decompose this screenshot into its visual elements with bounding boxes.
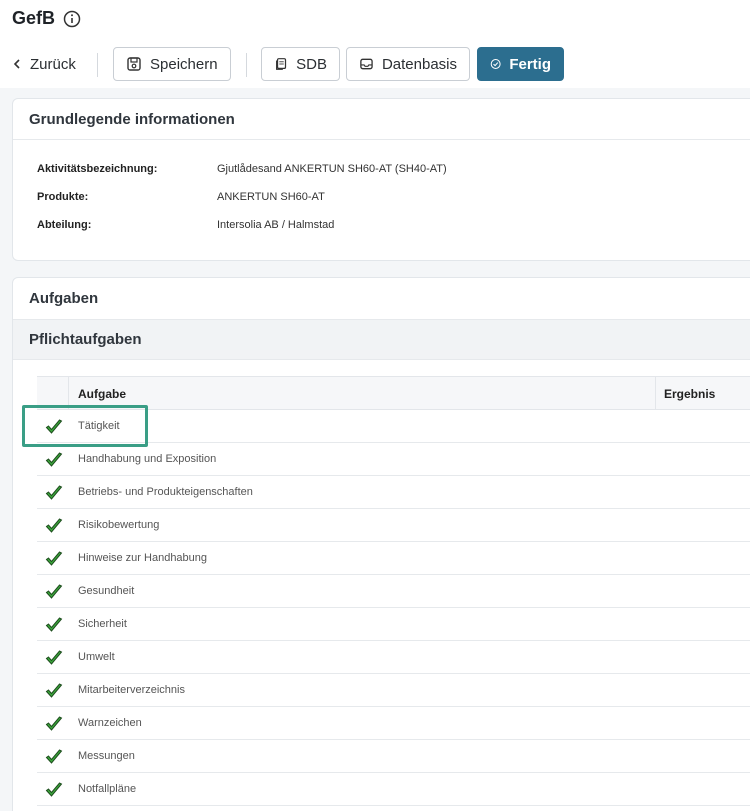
info-value: Gjutlådesand ANKERTUN SH60-AT (SH40-AT) [217, 163, 447, 175]
table-row[interactable]: Handhabung und Exposition [37, 443, 750, 476]
task-label: Messungen [78, 750, 135, 762]
tasks-table: Aufgabe Ergebnis Tätigkeit Handhabung und… [37, 376, 750, 806]
table-header-row: Aufgabe Ergebnis [37, 376, 750, 410]
mandatory-tasks-header: Pflichtaufgaben [13, 319, 750, 360]
basic-info-title: Grundlegende informationen [13, 99, 750, 140]
task-label: Umwelt [78, 651, 115, 663]
table-row[interactable]: Gesundheit [37, 575, 750, 608]
tasks-title: Aufgaben [29, 290, 99, 307]
checkmark-icon [45, 649, 63, 667]
toolbar-divider [97, 53, 98, 77]
checkmark-icon [45, 451, 63, 469]
checkmark-icon [45, 517, 63, 535]
table-row[interactable]: Hinweise zur Handhabung [37, 542, 750, 575]
task-label: Risikobewertung [78, 519, 160, 531]
checkmark-icon [45, 583, 63, 601]
table-row[interactable]: Risikobewertung [37, 509, 750, 542]
info-value: Intersolia AB / Halmstad [217, 219, 335, 231]
info-label: Aktivitätsbezeichnung: [37, 163, 158, 175]
sdb-button[interactable]: SDB [261, 47, 340, 81]
toolbar-divider [246, 53, 247, 77]
info-icon[interactable] [63, 10, 81, 28]
task-label: Tätigkeit [78, 420, 120, 432]
inbox-icon [360, 58, 373, 70]
task-label: Sicherheit [78, 618, 127, 630]
chevron-left-icon [13, 59, 20, 69]
info-label: Produkte: [37, 191, 89, 203]
table-row[interactable]: Tätigkeit [37, 410, 750, 443]
table-row[interactable]: Umwelt [37, 641, 750, 674]
top-bar: GefB Zurück Speichern SDB Datenbasis Fer… [0, 0, 750, 88]
checkmark-icon [45, 748, 63, 766]
page-title: GefB [12, 8, 56, 28]
table-row[interactable]: Mitarbeiterverzeichnis [37, 674, 750, 707]
info-value: ANKERTUN SH60-AT [217, 191, 325, 203]
save-button[interactable]: Speichern [113, 47, 231, 81]
checkmark-icon [45, 715, 63, 733]
table-row[interactable]: Notfallpläne [37, 773, 750, 806]
checkmark-icon [45, 682, 63, 700]
table-row[interactable]: Warnzeichen [37, 707, 750, 740]
save-icon [127, 57, 141, 71]
title-row: GefB [12, 8, 81, 29]
task-label: Handhabung und Exposition [78, 453, 217, 465]
back-label: Zurück [30, 55, 76, 73]
checkmark-icon [45, 550, 63, 568]
task-label: Betriebs- und Produkteigenschaften [78, 486, 253, 498]
save-label: Speichern [150, 55, 218, 73]
info-label: Abteilung: [37, 219, 92, 231]
sdb-label: SDB [296, 55, 327, 73]
back-button[interactable]: Zurück [12, 47, 76, 81]
checkmark-icon [45, 616, 63, 634]
column-header-task[interactable]: Aufgabe [78, 387, 126, 401]
tasks-card: Aufgaben Pflichtaufgaben Aufgabe Ergebni… [12, 277, 750, 811]
column-header-result[interactable]: Ergebnis [664, 387, 715, 401]
check-circle-icon [490, 59, 501, 69]
task-label: Gesundheit [78, 585, 135, 597]
table-row[interactable]: Betriebs- und Produkteigenschaften [37, 476, 750, 509]
datenbasis-label: Datenbasis [381, 55, 457, 73]
basic-info-card: Grundlegende informationen Aktivitätsbez… [12, 98, 750, 261]
fertig-label: Fertig [509, 55, 551, 73]
table-row[interactable]: Messungen [37, 740, 750, 773]
task-label: Mitarbeiterverzeichnis [78, 684, 185, 696]
checkmark-icon [45, 781, 63, 799]
header-check-column [37, 377, 69, 410]
task-rows: Tätigkeit Handhabung und Exposition Betrie… [37, 410, 750, 806]
checkmark-icon [45, 418, 63, 436]
toolbar: Zurück Speichern SDB Datenbasis Fertig [0, 47, 750, 81]
fertig-button[interactable]: Fertig [477, 47, 564, 81]
table-row[interactable]: Sicherheit [37, 608, 750, 641]
task-label: Warnzeichen [78, 717, 142, 729]
task-label: Notfallpläne [78, 783, 137, 795]
task-label: Hinweise zur Handhabung [78, 552, 208, 564]
checkmark-icon [45, 484, 63, 502]
column-divider [655, 377, 656, 410]
documents-icon [276, 58, 287, 70]
datenbasis-button[interactable]: Datenbasis [346, 47, 470, 81]
